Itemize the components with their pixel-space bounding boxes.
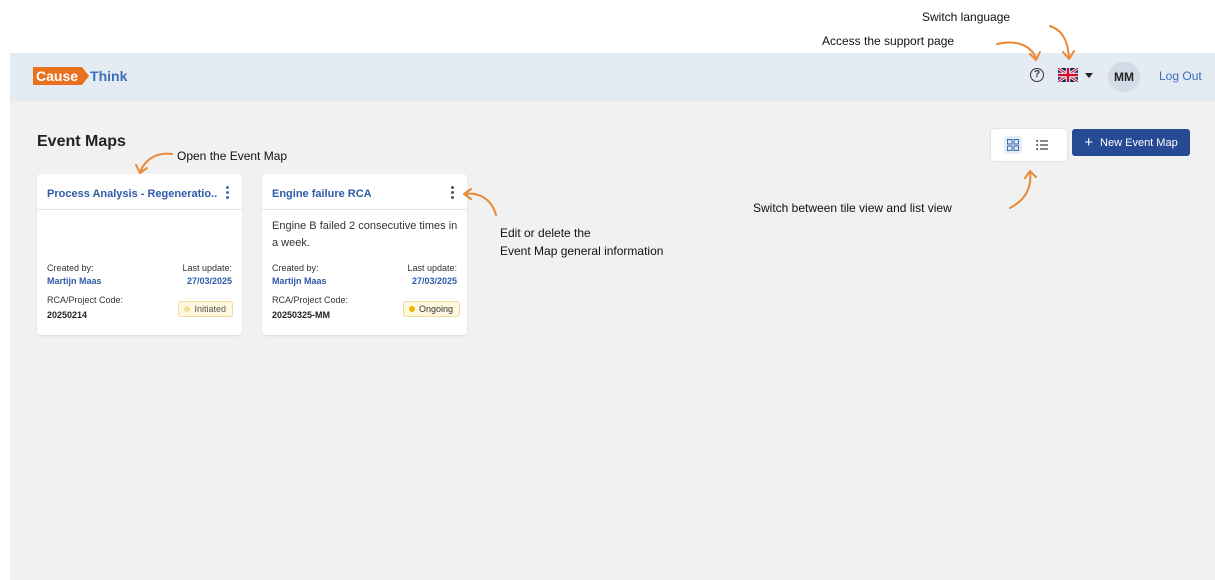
event-map-card[interactable]: Engine failure RCA Engine B failed 2 con… [262, 174, 467, 335]
annotation-open-event-map: Open the Event Map [177, 149, 288, 163]
card-header: Process Analysis - Regeneratio... [37, 174, 242, 210]
status-label: Initiated [194, 304, 226, 314]
annotation-switch-view: Switch between tile view and list view [753, 201, 952, 215]
help-icon[interactable]: ? [1030, 68, 1044, 82]
project-code-label: RCA/Project Code: [272, 295, 349, 305]
card-title[interactable]: Engine failure RCA [272, 188, 442, 200]
list-icon [1036, 140, 1048, 150]
logo-cause-text: Cause [33, 67, 83, 85]
card-title[interactable]: Process Analysis - Regeneratio... [47, 188, 217, 200]
status-label: Ongoing [418, 304, 453, 314]
card-description: Engine B failed 2 consecutive times in a… [272, 220, 458, 249]
last-update-value: 27/03/2025 [411, 276, 457, 286]
project-code-value: 20250214 [47, 310, 88, 320]
created-by-value: Martijn Maas [272, 276, 327, 286]
status-dot-icon [184, 306, 191, 312]
user-avatar[interactable]: MM [1108, 62, 1140, 92]
tile-view-button[interactable] [1004, 136, 1022, 154]
more-options-icon[interactable] [447, 186, 457, 202]
page-title: Event Maps [37, 133, 126, 150]
logo-think-text: Think [90, 68, 128, 84]
list-view-button[interactable] [1033, 136, 1051, 154]
project-code-label: RCA/Project Code: [47, 295, 124, 305]
last-update-label: Last update: [182, 263, 232, 273]
uk-flag-icon [1058, 68, 1078, 82]
new-event-map-label: New Event Map [1100, 136, 1178, 149]
annotation-switch-language: Switch language [922, 10, 1011, 24]
more-options-icon[interactable] [222, 186, 232, 202]
annotation-edit-delete-1: Edit or delete the [500, 226, 591, 240]
created-by-label: Created by: [47, 263, 94, 273]
chevron-down-icon [1085, 72, 1093, 78]
language-switcher[interactable] [1058, 68, 1093, 82]
created-by-value: Martijn Maas [47, 276, 102, 286]
status-dot-icon [408, 306, 415, 312]
screenshot-stage: Switch language Access the support page … [0, 0, 1215, 580]
new-event-map-button[interactable]: + New Event Map [1072, 129, 1190, 156]
logout-link[interactable]: Log Out [1159, 69, 1202, 83]
created-by-label: Created by: [272, 263, 319, 273]
plus-icon: + [1084, 134, 1094, 151]
cause-think-logo[interactable]: Cause Think [33, 67, 127, 85]
last-update-value: 27/03/2025 [186, 276, 232, 286]
view-toggle [991, 129, 1067, 161]
event-map-card[interactable]: Process Analysis - Regeneratio... Create… [37, 174, 242, 335]
project-code-value: 20250325-MM [272, 310, 331, 320]
annotation-support-page: Access the support page [822, 34, 955, 48]
card-header: Engine failure RCA [262, 174, 467, 210]
status-badge: Initiated [178, 301, 233, 317]
grid-icon [1007, 139, 1019, 151]
logo-arrow-icon [82, 67, 90, 85]
app-window: Cause Think ? MM Log Out Event Maps + Ne… [10, 53, 1215, 580]
last-update-label: Last update: [407, 263, 457, 273]
status-badge: Ongoing [402, 301, 460, 317]
top-bar: Cause Think ? MM Log Out [10, 53, 1215, 101]
annotation-edit-delete-2: Event Map general information [500, 244, 664, 258]
